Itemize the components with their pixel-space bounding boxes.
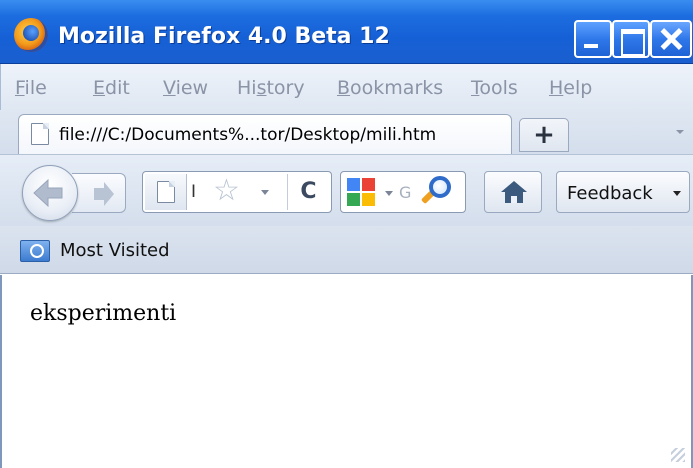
navigation-toolbar: I ☆ C G Feedback	[0, 154, 693, 226]
search-engine-icon[interactable]	[347, 178, 377, 208]
page-content[interactable]: eksperimenti	[0, 275, 693, 468]
menu-help[interactable]: Help	[549, 77, 592, 99]
reload-button[interactable]: C	[287, 174, 329, 210]
most-visited-folder-icon[interactable]	[20, 240, 50, 262]
page-icon	[157, 181, 175, 203]
url-input[interactable]: I	[191, 182, 196, 202]
bookmark-star-icon[interactable]: ☆	[213, 175, 240, 207]
search-bar[interactable]: G	[340, 171, 466, 213]
feedback-label: Feedback	[567, 183, 653, 204]
page-icon	[31, 123, 49, 145]
forward-arrow-icon	[94, 182, 114, 206]
tab-list-arrow-icon[interactable]	[676, 130, 684, 134]
menu-tools[interactable]: Tools	[471, 77, 518, 99]
tab-strip: file:///C:/Documents%...tor/Desktop/mili…	[0, 110, 693, 156]
menu-edit[interactable]: Edit	[93, 77, 130, 99]
bookmarks-toolbar: Most Visited	[0, 226, 693, 274]
back-arrow-icon	[33, 178, 63, 208]
chevron-down-icon	[673, 191, 681, 196]
close-button[interactable]	[650, 20, 692, 58]
search-engine-dropdown-icon[interactable]	[385, 191, 393, 196]
url-bar[interactable]: I ☆ C	[142, 171, 332, 213]
forward-button[interactable]	[72, 173, 126, 213]
firefox-logo-icon[interactable]	[14, 18, 48, 52]
bookmark-most-visited[interactable]: Most Visited	[60, 240, 170, 261]
site-identity-button[interactable]	[145, 174, 187, 210]
menu-bar: File Edit View History Bookmarks Tools H…	[0, 64, 693, 110]
resize-grip-icon[interactable]	[671, 448, 685, 462]
new-tab-button[interactable]: +	[519, 118, 569, 152]
menu-file[interactable]: File	[15, 77, 47, 99]
page-text: eksperimenti	[30, 301, 177, 326]
tab-label: file:///C:/Documents%...tor/Desktop/mili…	[59, 125, 437, 145]
minimize-button[interactable]	[574, 20, 612, 58]
home-button[interactable]	[484, 171, 542, 213]
window-title: Mozilla Firefox 4.0 Beta 12	[58, 24, 390, 49]
feedback-button[interactable]: Feedback	[556, 171, 690, 213]
title-bar[interactable]: Mozilla Firefox 4.0 Beta 12	[0, 0, 693, 64]
url-history-dropdown-icon[interactable]	[261, 190, 269, 195]
menu-history[interactable]: History	[237, 77, 305, 99]
tab-active[interactable]: file:///C:/Documents%...tor/Desktop/mili…	[18, 114, 512, 156]
maximize-button[interactable]	[612, 20, 650, 58]
menu-view[interactable]: View	[163, 77, 208, 99]
back-button[interactable]	[22, 165, 78, 221]
menu-bookmarks[interactable]: Bookmarks	[337, 77, 443, 99]
search-input[interactable]: G	[399, 183, 411, 202]
search-go-icon[interactable]	[420, 176, 455, 208]
